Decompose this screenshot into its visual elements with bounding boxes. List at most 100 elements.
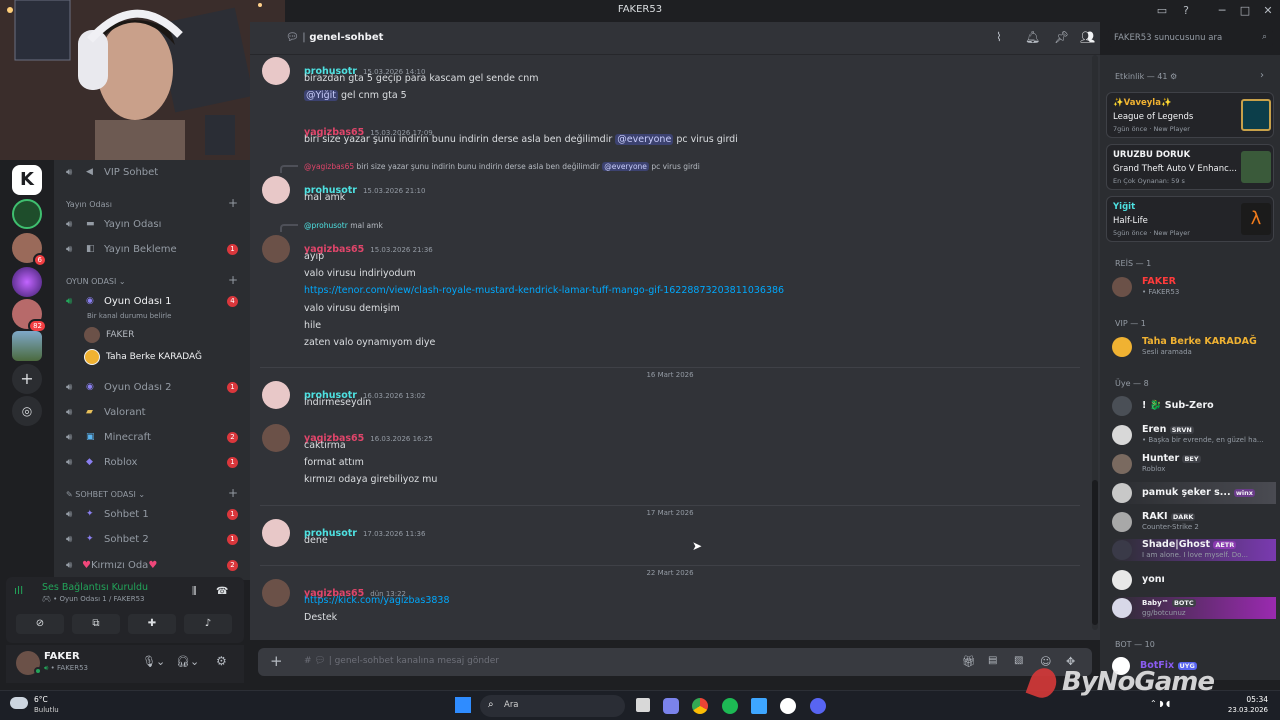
message-text-rest: gel cnm gta 5 xyxy=(338,90,407,101)
message-composer[interactable]: + # 💬︎ | genel-sohbet kanalına mesaj gön… xyxy=(258,648,1092,676)
camera-button[interactable]: ⊘ xyxy=(16,614,64,634)
channel-status[interactable]: Bir kanal durumu belirle xyxy=(87,312,171,320)
noise-suppression-icon[interactable]: ⫼ xyxy=(192,586,197,597)
member-item[interactable]: RAKI DARK Counter-Strike 2 xyxy=(1112,511,1276,533)
server-icon-5[interactable]: 82 xyxy=(12,299,47,333)
photos-icon[interactable] xyxy=(751,698,767,714)
maximize-button[interactable]: □ xyxy=(1238,4,1252,18)
threads-icon[interactable]: ⌇ xyxy=(996,30,1002,44)
member-list-icon[interactable]: 👥︎ xyxy=(1080,30,1095,44)
activity-card[interactable]: Yiğit Half-Life 5gün önce · New Player λ xyxy=(1106,196,1274,242)
avatar[interactable] xyxy=(262,579,290,607)
server-icon-2[interactable] xyxy=(12,199,42,229)
taskbar-search[interactable]: ⌕ Ara xyxy=(480,695,625,717)
discover-icon[interactable]: ◎ xyxy=(12,396,42,426)
add-channel-icon[interactable]: + xyxy=(228,196,238,210)
avatar[interactable] xyxy=(262,235,290,263)
tray-icons[interactable]: ⌃ ◗ ◖ xyxy=(1150,699,1170,708)
minimize-button[interactable]: ─ xyxy=(1215,4,1229,18)
member-item[interactable]: FAKER • FAKER53 xyxy=(1112,276,1276,298)
clock-time[interactable]: 05:34 xyxy=(1228,695,1268,704)
close-button[interactable]: ✕ xyxy=(1261,4,1275,18)
channel-oyun-odasi-2[interactable]: 🔊︎ ◉ Oyun Odası 2 1 xyxy=(62,377,244,397)
channel-minecraft[interactable]: 🔊︎ ▣ Minecraft 2 xyxy=(62,427,244,447)
sticker-icon[interactable]: ▧ xyxy=(1014,655,1023,666)
member-item[interactable]: Baby™ BOTC gg/botcunuz xyxy=(1112,597,1276,619)
add-server-icon[interactable]: + xyxy=(12,364,42,394)
message-link[interactable]: https://kick.com/yagizbas3838 xyxy=(304,595,450,606)
category-chat[interactable]: ✎ SOHBET ODASI ⌄ xyxy=(66,490,145,499)
channel-sohbet-2[interactable]: 🔊︎ ✦ Sohbet 2 1 xyxy=(62,529,244,549)
avatar[interactable] xyxy=(262,176,290,204)
channel-valorant[interactable]: 🔊︎ ▰ Valorant xyxy=(62,402,244,422)
avatar[interactable] xyxy=(262,381,290,409)
gift-icon[interactable]: 🎁︎ xyxy=(962,655,976,668)
reply-preview[interactable]: @prohusotr mal amk xyxy=(304,221,383,230)
member-item[interactable]: Shade|Ghost AETR I am alone. I love mysel… xyxy=(1112,539,1276,561)
server-icon-6[interactable] xyxy=(12,331,42,361)
channel-roblox[interactable]: 🔊︎ ◆ Roblox 1 xyxy=(62,452,244,472)
message-input[interactable]: # 💬︎ | genel-sohbet kanalına mesaj gönde… xyxy=(304,656,499,666)
channel-yayin-bekleme[interactable]: 🔊︎ ◧ Yayın Bekleme 1 xyxy=(62,239,244,259)
headset-icon[interactable]: 🎧︎⌄ xyxy=(176,655,199,668)
avatar[interactable] xyxy=(262,519,290,547)
screen-share-button[interactable]: ⧉ xyxy=(72,614,120,634)
emoji-icon[interactable]: ☺ xyxy=(1040,655,1051,668)
weather-temp[interactable]: 6°C xyxy=(34,695,48,704)
soundboard-button[interactable]: ♪ xyxy=(184,614,232,634)
windows-start-icon[interactable] xyxy=(455,697,471,713)
discord-icon[interactable] xyxy=(810,698,826,714)
add-attachment-icon[interactable]: + xyxy=(270,652,283,670)
scrollbar-thumb[interactable] xyxy=(1092,480,1098,625)
server-icon-k[interactable]: K xyxy=(12,165,42,195)
channel-oyun-odasi-1[interactable]: 🔊︎ ◉ Oyun Odası 1 4 xyxy=(62,291,244,311)
clock-date[interactable]: 23.03.2026 xyxy=(1218,706,1268,714)
avatar[interactable] xyxy=(262,57,290,85)
member-item[interactable]: Eren SRVN • Başka bir evrende, en güzel h… xyxy=(1112,424,1276,446)
reply-preview[interactable]: @yagizbas65 biri size yazar şunu indirin… xyxy=(304,162,700,171)
weather-text[interactable]: Bulutlu xyxy=(34,706,59,714)
bell-icon[interactable]: 🔔︎ xyxy=(1025,30,1040,44)
member-item[interactable]: Taha Berke KARADAĞ Sesli aramada xyxy=(1112,336,1276,358)
member-item[interactable]: Hunter BEY Roblox xyxy=(1112,453,1276,475)
mention[interactable]: @everyone xyxy=(615,134,674,145)
activity-card[interactable]: ✨Vaveyla✨ League of Legends 7gün önce · … xyxy=(1106,92,1274,138)
help-icon[interactable]: ? xyxy=(1179,4,1193,18)
disconnect-icon[interactable]: ☎ xyxy=(216,586,228,597)
activities-button[interactable]: ✚ xyxy=(128,614,176,634)
signal-icon[interactable]: ıll xyxy=(14,584,23,597)
settings-icon[interactable]: ⚙ xyxy=(216,654,227,668)
gif-icon[interactable]: ▤ xyxy=(988,655,997,666)
microphone-icon[interactable]: 🎙︎⌄ xyxy=(142,655,165,668)
add-channel-icon[interactable]: + xyxy=(228,486,238,500)
member-item[interactable]: yonı xyxy=(1112,569,1276,591)
pin-icon[interactable]: 📌︎ xyxy=(1054,30,1069,44)
message-link[interactable]: https://tenor.com/view/clash-royale-must… xyxy=(304,285,784,296)
teams-icon[interactable] xyxy=(663,698,679,714)
chrome-icon[interactable] xyxy=(692,698,708,714)
channel-sohbet-1[interactable]: 🔊︎ ✦ Sohbet 1 1 xyxy=(62,504,244,524)
task-view-icon[interactable] xyxy=(636,698,650,712)
category-game[interactable]: OYUN ODASI ⌄ xyxy=(66,277,126,286)
avatar[interactable] xyxy=(262,424,290,452)
server-icon-4[interactable] xyxy=(12,267,42,297)
inbox-icon[interactable]: ▭ xyxy=(1155,4,1169,18)
member-item[interactable]: pamuk şeker s... winx xyxy=(1112,482,1276,504)
spotify-icon[interactable] xyxy=(722,698,738,714)
member-item[interactable]: ! 🐉 Sub-Zero xyxy=(1112,395,1276,417)
channel-yayin-odasi[interactable]: 🔊︎ ▬ Yayın Odası xyxy=(62,214,244,234)
app-icon[interactable] xyxy=(780,698,796,714)
voice-status-subtitle[interactable]: 🎮︎ • Oyun Odası 1 / FAKER53 xyxy=(42,595,145,603)
mention[interactable]: @Yiğit xyxy=(304,90,338,101)
channel-vip-sohbet[interactable]: 🔊︎ ◀ VIP Sohbet xyxy=(62,162,244,182)
category-stream[interactable]: Yayın Odası xyxy=(66,200,112,209)
gear-icon[interactable]: ⚙ xyxy=(1170,72,1177,81)
add-channel-icon[interactable]: + xyxy=(228,273,238,287)
server-icon-3[interactable]: 6 xyxy=(12,233,47,267)
search-input[interactable]: FAKER53 sunucusunu ara ⌕ xyxy=(1108,29,1273,47)
voice-user[interactable]: Taha Berke KARADAĞ xyxy=(84,348,202,366)
chevron-right-icon[interactable]: › xyxy=(1260,70,1264,81)
voice-user[interactable]: FAKER xyxy=(84,326,134,344)
activity-card[interactable]: URUZBU DORUK Grand Theft Auto V Enhanc..… xyxy=(1106,144,1274,190)
channel-kirmizi-oda[interactable]: 🔊︎ ♥Kırmızı Oda♥ 2 xyxy=(62,555,244,575)
